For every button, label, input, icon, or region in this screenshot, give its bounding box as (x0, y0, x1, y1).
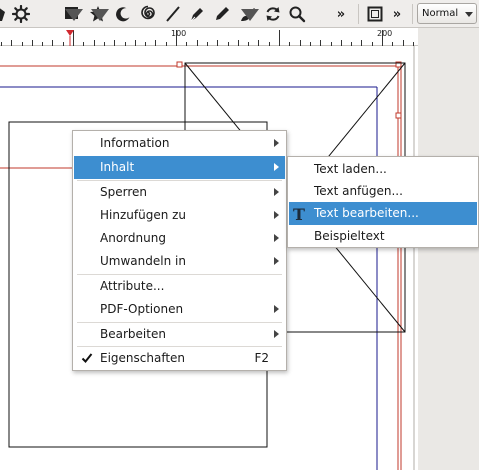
context-menu: Information Inhalt Sperren Hinzufügen zu… (72, 130, 287, 371)
polygon-icon (0, 8, 5, 21)
submenu-item-text-bearbeiten[interactable]: T Text bearbeiten... (289, 202, 477, 225)
submenu-item-text-anfuegen[interactable]: Text anfügen... (289, 180, 477, 203)
shortcut-label: F2 (254, 351, 269, 365)
zoom-magnifier-icon (289, 6, 306, 23)
submenu-arrow-icon (274, 163, 279, 171)
pen-tool-button[interactable] (185, 2, 209, 26)
frame-icon (367, 6, 383, 22)
gear-shape-tool-button[interactable] (9, 2, 33, 26)
menu-item-label: PDF-Optionen (100, 302, 184, 316)
preview-frame-button[interactable] (363, 2, 387, 26)
rectangle-shape-tool-button[interactable] (60, 2, 84, 26)
calligraphy-tool-button[interactable] (236, 2, 260, 26)
menu-item-hinzufuegen-zu[interactable]: Hinzufügen zu (74, 204, 285, 227)
menu-item-label: Sperren (100, 185, 147, 199)
menu-item-label: Information (100, 136, 170, 150)
double-chevron-right-icon: » (392, 6, 402, 22)
menu-item-inhalt[interactable]: Inhalt (74, 156, 285, 179)
dropdown-arrow-icon (241, 9, 259, 21)
submenu-arrow-icon (274, 211, 279, 219)
menu-item-information[interactable]: Information (74, 132, 285, 155)
menu-item-attribute[interactable]: Attribute... (74, 275, 285, 298)
menu-item-label: Bearbeiten (100, 327, 166, 341)
inhalt-submenu: Text laden... Text anfügen... T Text bea… (287, 156, 479, 248)
menu-item-label: Beispieltext (314, 229, 385, 243)
preview-mode-select[interactable]: Normal (417, 3, 477, 24)
menu-item-label: Inhalt (100, 160, 135, 174)
rotate-icon (266, 7, 280, 21)
toolbar-overflow-button[interactable]: » (329, 2, 353, 26)
menu-item-label: Eigenschaften (100, 351, 186, 365)
crescent-icon (116, 7, 130, 22)
dropdown-arrow-icon (91, 9, 109, 21)
preview-mode-value: Normal (422, 8, 459, 19)
submenu-arrow-icon (274, 305, 279, 313)
menu-item-anordnung[interactable]: Anordnung (74, 227, 285, 250)
spiral-icon (141, 5, 155, 20)
menu-item-label: Attribute... (100, 279, 165, 293)
ruler-label-200: 200 (377, 29, 393, 38)
menu-item-label: Umwandeln in (100, 254, 186, 268)
rotate-tool-button[interactable] (261, 2, 285, 26)
selection-handle (395, 112, 402, 119)
submenu-item-text-laden[interactable]: Text laden... (289, 158, 477, 181)
zoom-tool-button[interactable] (285, 2, 309, 26)
menu-item-eigenschaften[interactable]: Eigenschaften F2 (74, 347, 285, 370)
toolbar-separator (358, 4, 359, 24)
ruler-label-100: 100 (171, 29, 187, 38)
toolbar-separator (412, 4, 413, 24)
menu-item-label: Hinzufügen zu (100, 208, 187, 222)
menu-item-label: Text bearbeiten... (314, 206, 419, 220)
ruler-marker-icon (66, 30, 74, 36)
submenu-arrow-icon (274, 330, 279, 338)
pencil-icon (216, 7, 229, 20)
chevron-down-icon (465, 12, 473, 17)
line-icon (166, 6, 180, 22)
gear-shape-icon (12, 5, 30, 23)
menu-item-label: Text laden... (314, 162, 387, 176)
submenu-item-beispieltext[interactable]: Beispieltext (289, 225, 477, 248)
menu-item-label: Text anfügen... (314, 184, 403, 198)
pencil-tool-button[interactable] (210, 2, 234, 26)
submenu-arrow-icon (274, 257, 279, 265)
crescent-tool-button[interactable] (111, 2, 135, 26)
ruler-ticks (1, 30, 414, 46)
text-edit-icon: T (293, 205, 305, 224)
horizontal-ruler[interactable]: 100 200 (0, 28, 418, 46)
line-tool-button[interactable] (161, 2, 185, 26)
menu-item-pdf-optionen[interactable]: PDF-Optionen (74, 298, 285, 321)
menu-item-label: Anordnung (100, 231, 166, 245)
menu-item-umwandeln-in[interactable]: Umwandeln in (74, 250, 285, 273)
double-chevron-right-icon: » (336, 6, 346, 22)
star-tool-button[interactable] (86, 2, 110, 26)
submenu-arrow-icon (274, 188, 279, 196)
submenu-arrow-icon (274, 234, 279, 242)
submenu-arrow-icon (274, 139, 279, 147)
menu-item-bearbeiten[interactable]: Bearbeiten (74, 323, 285, 346)
toolbar: » » Normal (0, 0, 479, 28)
spiral-tool-button[interactable] (136, 2, 160, 26)
scrollbar-gutter[interactable] (418, 28, 479, 470)
dropdown-arrow-icon (65, 9, 83, 21)
selection-handle (176, 61, 183, 68)
pen-icon (190, 8, 203, 22)
checkmark-icon (81, 353, 93, 363)
toolbar-overflow-button-2[interactable]: » (385, 2, 409, 26)
menu-item-sperren[interactable]: Sperren (74, 181, 285, 204)
